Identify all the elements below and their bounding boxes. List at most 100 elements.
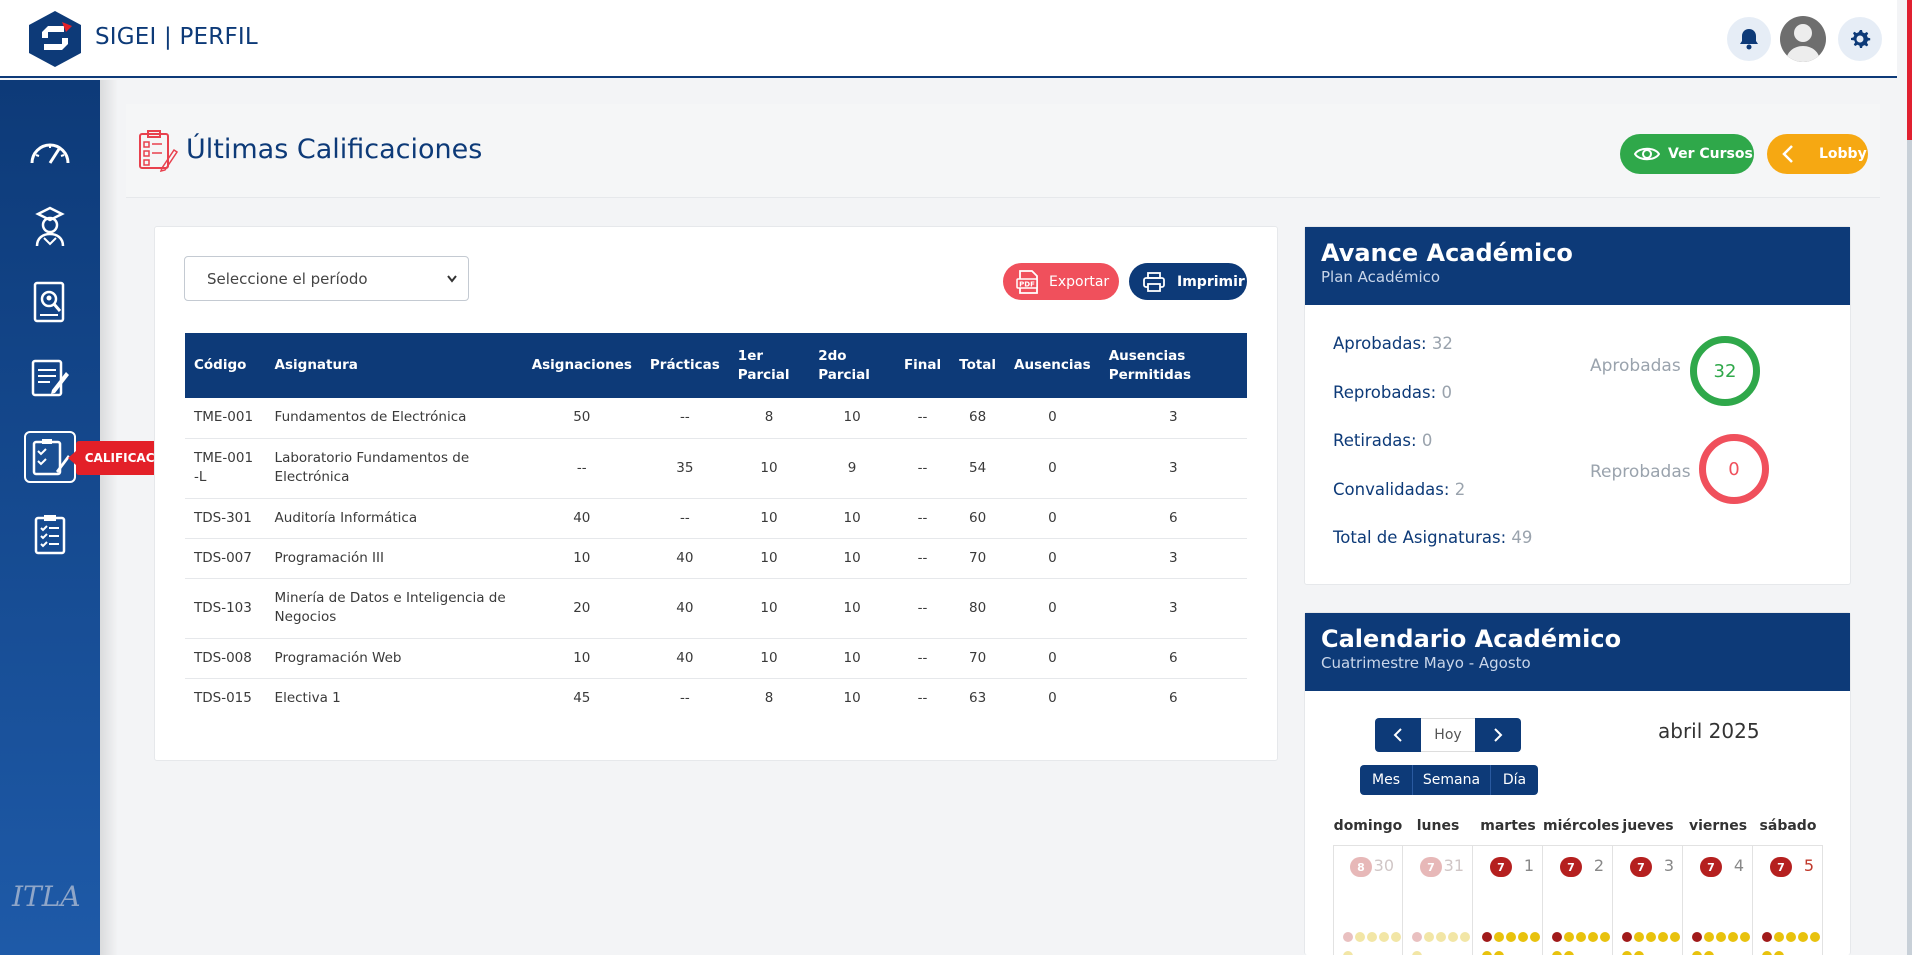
svg-text:PDF: PDF	[1019, 280, 1035, 288]
cell-total: 70	[950, 538, 1006, 579]
period-select[interactable]: Seleccione el período	[184, 256, 469, 301]
table-row[interactable]: TDS-007 Programación III 10 40 10 10 -- …	[185, 538, 1247, 579]
calendar-today-button[interactable]: Hoy	[1421, 718, 1475, 752]
ring-aprobadas-label: Aprobadas	[1590, 356, 1681, 376]
student-icon	[35, 206, 65, 247]
table-row[interactable]: TDS-103 Minería de Datos e Inteligencia …	[185, 578, 1247, 639]
calendar-day[interactable]: 7 31	[1403, 845, 1473, 955]
sigei-logo[interactable]	[28, 10, 82, 68]
sidebar-item-dashboard[interactable]	[24, 124, 76, 176]
scrollbar-thumb[interactable]	[1907, 0, 1912, 140]
calendar-view-month[interactable]: Mes	[1360, 765, 1412, 795]
print-button[interactable]: Imprimir	[1129, 263, 1247, 300]
calendar-day[interactable]: 7 2	[1543, 845, 1613, 955]
calendar-next-button[interactable]	[1475, 718, 1521, 752]
event-count-badge: 7	[1420, 857, 1442, 877]
calendar-prev-button[interactable]	[1375, 718, 1421, 752]
table-row[interactable]: TME-001 Fundamentos de Electrónica 50 --…	[185, 398, 1247, 439]
cell-1er-parcial: 10	[728, 538, 810, 579]
calendar-day[interactable]: 8 30	[1333, 845, 1403, 955]
event-count-badge: 7	[1560, 857, 1582, 877]
event-count-badge: 7	[1490, 857, 1512, 877]
stat-total-label: Total de Asignaturas:	[1333, 528, 1507, 547]
cell-2do-parcial: 10	[809, 538, 895, 579]
sidebar-item-notes[interactable]	[24, 352, 76, 404]
calendar-month-label: abril 2025	[1658, 719, 1760, 743]
cell-1er-parcial: 10	[728, 638, 810, 679]
cell-asignaciones: --	[522, 438, 641, 499]
brand-title: SIGEI | PERFIL	[95, 24, 258, 50]
cell-practicas: 35	[640, 438, 729, 499]
cell-ausencias: 0	[1005, 638, 1100, 679]
bell-icon	[1740, 29, 1758, 50]
cell-ausencias: 0	[1005, 438, 1100, 499]
sidebar-item-clipboard[interactable]	[24, 508, 76, 560]
chevron-left-icon	[1393, 728, 1402, 742]
scrollbar[interactable]	[1907, 0, 1912, 955]
ver-cursos-button[interactable]: Ver Cursos	[1620, 134, 1754, 174]
notifications-button[interactable]	[1727, 17, 1771, 61]
stat-aprobadas: Aprobadas: 32	[1333, 334, 1453, 353]
weekday-header: lunes	[1416, 818, 1460, 834]
table-row[interactable]: TDS-301 Auditoría Informática 40 -- 10 1…	[185, 498, 1247, 539]
cell-ausencias: 0	[1048, 689, 1057, 706]
event-dots	[1551, 928, 1611, 955]
table-row[interactable]: TDS-008 Programación Web 10 40 10 10 -- …	[185, 638, 1247, 679]
cell-asignatura: Programación III	[265, 538, 523, 579]
lobby-button[interactable]: Lobby	[1767, 134, 1868, 174]
avatar[interactable]	[1780, 16, 1826, 62]
cell-1er-parcial: 10	[728, 578, 810, 639]
export-button[interactable]: PDF Exportar	[1003, 263, 1119, 300]
calendar-day[interactable]: 7 1	[1473, 845, 1543, 955]
cell-1er-parcial: 10	[728, 438, 810, 499]
cell-asignaciones: 10	[522, 638, 641, 679]
cell-total: 80	[950, 578, 1006, 639]
document-search-icon	[33, 281, 65, 323]
ring-reprobadas-value: 0	[1728, 458, 1740, 480]
event-dots	[1411, 928, 1471, 955]
sidebar-item-records[interactable]	[24, 276, 76, 328]
cell-codigo: TDS-007	[185, 538, 266, 579]
avance-card-header: Avance Académico Plan Académico	[1305, 227, 1850, 305]
cell-ausencias: 0	[1005, 578, 1100, 639]
sidebar-item-students[interactable]	[24, 200, 76, 252]
edit-document-icon	[31, 359, 69, 397]
cell-final: --	[894, 538, 951, 579]
export-label: Exportar	[1049, 273, 1110, 290]
grades-report-icon	[139, 130, 178, 172]
ring-aprobadas-value: 32	[1713, 360, 1737, 382]
day-number: 5	[1803, 856, 1814, 875]
calendar-view-week-label: Semana	[1422, 772, 1481, 788]
cell-asignaciones: 40	[522, 498, 641, 539]
calendar-day[interactable]: 7 5	[1753, 845, 1823, 955]
table-row[interactable]: TDS-015 Electiva 1 45 -- 8 10 -- 63 0 6	[185, 678, 1247, 718]
event-count-badge: 7	[1630, 857, 1652, 877]
calendar-day[interactable]: 7 3	[1613, 845, 1683, 955]
calendar-view-day[interactable]: Día	[1490, 765, 1538, 795]
cell-asignatura: Minería de Datos e Inteligencia de Negoc…	[265, 578, 523, 639]
cell-total: 54	[950, 438, 1006, 499]
table-header-row: Código Asignatura Asignaciones Prácticas…	[185, 333, 1247, 398]
cell-asignaciones: 45	[573, 689, 591, 706]
cell-codigo: TME-001-L	[185, 438, 266, 499]
day-number: 4	[1733, 856, 1744, 875]
event-dots	[1342, 928, 1402, 955]
stat-reprobadas-value: 0	[1441, 383, 1452, 402]
grades-table: Código Asignatura Asignaciones Prácticas…	[185, 333, 1247, 718]
calendar-view-week[interactable]: Semana	[1412, 765, 1490, 795]
cell-final: --	[894, 578, 951, 639]
cell-ausencias-permitidas: 6	[1099, 498, 1247, 539]
calendar-day[interactable]: 7 4	[1683, 845, 1753, 955]
pdf-icon: PDF	[1016, 269, 1038, 294]
cell-2do-parcial: 10	[809, 638, 895, 679]
itla-logo: ITLA	[12, 880, 81, 913]
cell-2do-parcial: 10	[809, 398, 895, 439]
cell-total: 63	[969, 689, 987, 706]
eye-icon	[1634, 147, 1660, 161]
weekday-header: viernes	[1688, 818, 1748, 834]
cell-2do-parcial: 10	[843, 689, 861, 706]
table-row[interactable]: TME-001-L Laboratorio Fundamentos de Ele…	[185, 438, 1247, 499]
day-number: 2	[1593, 856, 1604, 875]
settings-button[interactable]	[1838, 17, 1882, 61]
calendar-view-day-label: Día	[1502, 772, 1527, 788]
